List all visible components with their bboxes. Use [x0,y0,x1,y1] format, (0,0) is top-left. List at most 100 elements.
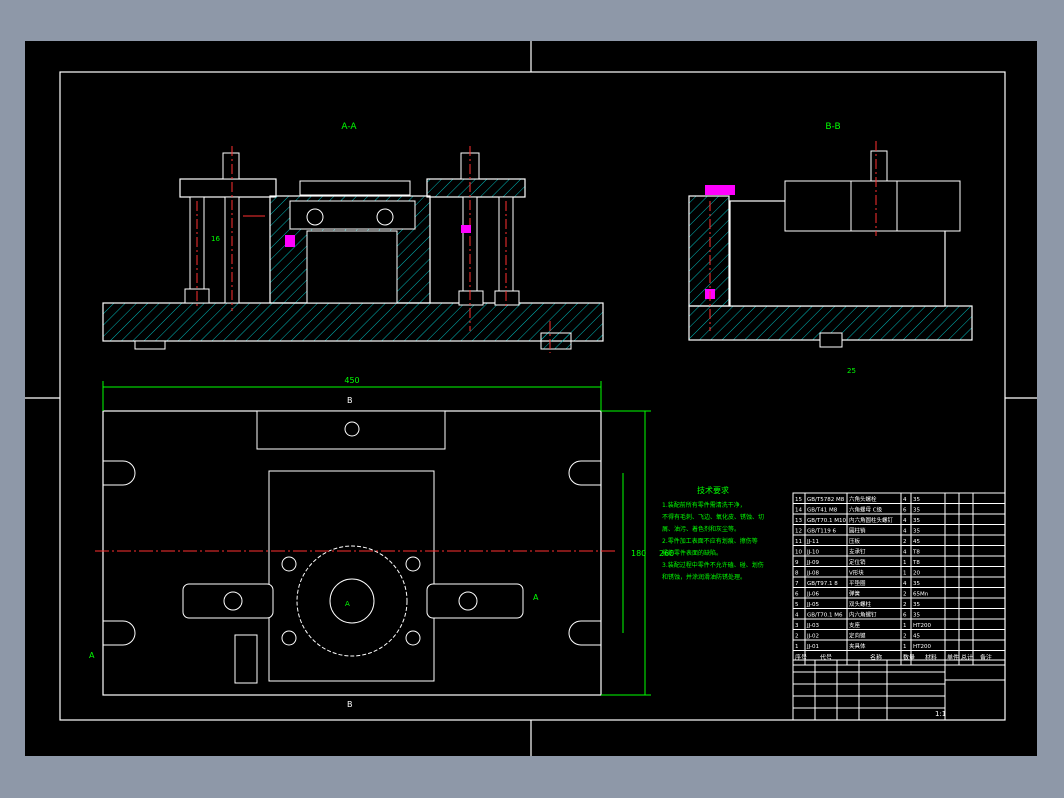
support-plan [268,470,435,682]
bom-cell-no: 6 [795,592,799,598]
clamp-plate-right [426,583,524,619]
bom-cell-code: GB/T119 6 [807,529,836,535]
bom-cell-code: GB/T5782 M8 [807,497,845,503]
bom-cell-qty: 2 [903,539,907,545]
bom-cell-mat: T8 [912,550,920,556]
cut-marker-bottom: B [347,700,353,709]
clamp-plate-left [182,583,274,619]
bom-cell-qty: 1 [903,623,907,629]
bom-cell-qty: 2 [903,602,907,608]
v-block [289,200,416,230]
side-view-label: B-B [825,122,840,132]
bom-cell-name: 六角头螺栓 [849,495,877,503]
bom-cell-name: V形块 [849,569,864,577]
side-spring-housing [850,180,898,232]
bom-cell-mat: 35 [913,518,920,524]
bom-cell-name: 弹簧 [849,590,861,598]
bom-cell-no: 11 [795,539,802,545]
bom-cell-name: 支承钉 [849,548,866,556]
tech-req-line: 损伤零件表面的缺陷。 [662,549,722,557]
bom-cell-name: 内六角螺钉 [849,611,877,619]
tech-req-title: 技术要求 [697,485,729,495]
base-nut-3 [494,290,520,306]
bom-cell-qty: 4 [903,497,907,503]
bom-cell-mat: T8 [912,560,920,566]
cad-drawing: A-A 16 B-B 25 450 260 180 B B A A A 技术要求… [25,41,1037,756]
bom-cell-no: 10 [795,550,802,556]
bom-cell-mat: 35 [913,508,920,514]
magenta-screw-2 [461,225,471,233]
bom-cell-mat: 35 [913,529,920,535]
workpiece-cavity [306,230,398,304]
dim-inner-height: 180 [631,549,646,558]
bom-cell-qty: 1 [903,571,907,577]
bom-cell-no: 14 [795,508,802,514]
bom-cell-no: 2 [795,634,799,640]
top-cover [299,180,411,196]
dim-overall-width: 450 [344,376,359,385]
bom-cell-name: 双头螺柱 [849,600,872,608]
bom-cell-qty: 4 [903,550,907,556]
bom-cell-code: JJ-09 [806,560,820,566]
bom-cell-code: JJ-05 [806,602,820,608]
bom-cell-qty: 6 [903,508,907,514]
tech-req-line: 不得有毛刺、飞边、氧化皮、锈蚀、切 [662,513,764,521]
bom-cell-code: JJ-11 [806,539,819,545]
bom-cell-name: 圆柱销 [849,527,866,535]
bom-cell-mat: 65Mn [913,592,929,598]
bom-cell-name: 夹具体 [849,642,866,650]
bom-cell-qty: 1 [903,644,907,650]
bom-cell-mat: 20 [913,571,920,577]
bom-cell-no: 5 [795,602,799,608]
clamp-bar-left [179,178,277,198]
bom-cell-qty: 6 [903,613,907,619]
rear-block [256,410,446,450]
bom-cell-no: 3 [795,623,799,629]
bom-cell-qty: 4 [903,581,907,587]
bom-cell-code: JJ-08 [806,571,820,577]
bom-cell-mat: 35 [913,581,920,587]
side-block [234,634,258,684]
locating-key-right [540,332,572,350]
bom-cell-no: 1 [795,644,799,650]
bom-cell-code: JJ-01 [806,644,819,650]
nut-left [222,152,240,180]
bom-cell-qty: 1 [903,560,907,566]
bom-cell-code: GB/T97.1 8 [807,581,838,587]
bom-cell-name: 定位销 [849,558,866,566]
cut-marker-left: A [89,651,95,660]
side-key [819,332,843,348]
bom-cell-code: GB/T70.1 M6 [807,613,843,619]
bom-cell-name: 压板 [849,537,861,545]
base-plate-section [102,302,604,342]
bom-table: 15 GB/T5782 M8 六角头螺栓 4 3514 GB/T41 M8 六角螺母 C级 6… [792,492,1006,666]
bom-cell-code: JJ-10 [806,550,820,556]
plan-view: 450 260 180 B B A A A [89,376,674,709]
base-nut-2 [458,290,484,306]
bom-cell-no: 12 [795,529,802,535]
side-magenta-bolt [705,185,735,195]
bom-cell-name: 定向键 [849,632,866,640]
side-section-view: B-B 25 [688,122,973,375]
bom-cell-qty: 2 [903,592,907,598]
bom-cell-name: 内六角圆柱头螺钉 [849,516,894,524]
bom-cell-name: 支座 [849,621,861,629]
bom-cell-mat: 45 [913,634,920,640]
bom-cell-mat: 35 [913,613,920,619]
bom-cell-name: 平垫圈 [849,579,866,587]
tech-req-line: 2.零件加工表面不应有划痕、擦伤等 [662,537,758,545]
tech-req-line: 屑、油污、着色剂和灰尘等。 [662,525,740,533]
tech-req-line: 3.装配过程中零件不允许磕、碰、划伤 [662,561,764,569]
side-top-screw [870,150,888,182]
drawing-sheet: A-A 16 B-B 25 450 260 180 B B A A A 技术要求… [25,41,1037,756]
cut-marker-right: A [533,593,539,602]
bom-cell-no: 7 [795,581,799,587]
bom-cell-qty: 4 [903,518,907,524]
locating-key [134,340,166,350]
tech-requirements: 技术要求 1.装配前所有零件需清洗干净， 不得有毛刺、飞边、氧化皮、锈蚀、切 屑… [662,485,764,581]
bom-cell-mat: 35 [913,497,920,503]
bom-cell-mat: 35 [913,602,920,608]
title-block: 1:1 [792,659,1006,721]
bom-cell-mat: 45 [913,539,920,545]
bom-cell-code: GB/T70.1 M10 [807,518,846,524]
